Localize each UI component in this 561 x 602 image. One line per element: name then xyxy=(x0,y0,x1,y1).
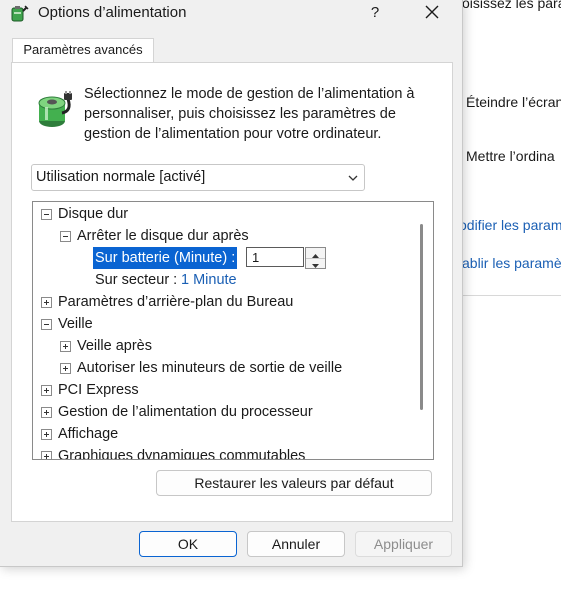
on-battery-label: Sur batterie (Minute) : xyxy=(93,247,238,269)
close-button[interactable] xyxy=(418,0,446,26)
tree-item-turn-off-hdd-after[interactable]: Arrêter le disque dur après xyxy=(33,225,413,247)
cancel-button[interactable]: Annuler xyxy=(247,531,345,557)
background-modify-settings-link[interactable]: odifier les param xyxy=(459,217,561,233)
expand-icon[interactable] xyxy=(41,385,52,396)
tree-item-label: Gestion de l’alimentation du processeur xyxy=(58,404,313,420)
tree-item-pci-express[interactable]: PCI Express xyxy=(33,379,413,401)
dialog-title: Options d’alimentation xyxy=(38,4,187,21)
close-icon xyxy=(425,5,439,19)
dialog-titlebar[interactable]: Options d’alimentation ? xyxy=(0,0,462,26)
expand-icon[interactable] xyxy=(41,429,52,440)
tree-item-hard-disk[interactable]: Disque dur xyxy=(33,203,413,225)
collapse-icon[interactable] xyxy=(41,319,52,330)
tree-item-sleep[interactable]: Veille xyxy=(33,313,413,335)
apply-button[interactable]: Appliquer xyxy=(355,531,452,557)
collapse-icon[interactable] xyxy=(41,209,52,220)
tree-item-label: Disque dur xyxy=(58,206,129,222)
advanced-settings-panel: Sélectionnez le mode de gestion de l’ali… xyxy=(11,62,453,522)
expand-icon[interactable] xyxy=(41,407,52,418)
tree-item-label: Autoriser les minuteurs de sortie de vei… xyxy=(77,360,343,376)
tree-item-label: Paramètres d’arrière-plan du Bureau xyxy=(58,294,294,310)
power-plan-selected: Utilisation normale [activé] xyxy=(36,169,206,185)
background-restore-settings-link[interactable]: ablir les paramè xyxy=(462,255,561,271)
tree-item-plugged-in[interactable]: Sur secteur : 1 Minute xyxy=(33,269,413,291)
tree-item-label: Graphiques dynamiques commutables xyxy=(58,448,306,460)
tab-advanced-settings[interactable]: Paramètres avancés xyxy=(12,38,154,63)
on-battery-minutes-input[interactable]: 1 xyxy=(246,247,304,267)
tree-item-display[interactable]: Affichage xyxy=(33,423,413,445)
background-sleep-label: Mettre l’ordina xyxy=(466,148,555,164)
tree-scrollbar[interactable] xyxy=(420,224,423,410)
tree-item-sleep-after[interactable]: Veille après xyxy=(33,335,413,357)
tree-item-allow-wake-timers[interactable]: Autoriser les minuteurs de sortie de vei… xyxy=(33,357,413,379)
tree-item-label: Arrêter le disque dur après xyxy=(77,228,249,244)
tree-item-label: Veille après xyxy=(77,338,152,354)
expand-icon[interactable] xyxy=(60,341,71,352)
plugged-in-value[interactable]: 1 Minute xyxy=(181,269,237,291)
spin-down-icon[interactable] xyxy=(306,258,325,268)
power-plan-dropdown[interactable]: Utilisation normale [activé] xyxy=(31,164,365,191)
tree-item-switchable-graphics[interactable]: Graphiques dynamiques commutables xyxy=(33,445,413,460)
settings-tree[interactable]: Disque dur Arrêter le disque dur après S… xyxy=(32,201,434,460)
plugged-in-label: Sur secteur : xyxy=(95,272,178,288)
expand-icon[interactable] xyxy=(41,451,52,459)
collapse-icon[interactable] xyxy=(60,231,71,242)
tree-item-processor[interactable]: Gestion de l’alimentation du processeur xyxy=(33,401,413,423)
description-text: Sélectionnez le mode de gestion de l’ali… xyxy=(84,86,415,142)
help-button[interactable]: ? xyxy=(364,2,386,24)
tree-item-on-battery[interactable]: Sur batterie (Minute) : xyxy=(33,247,413,269)
battery-plug-icon xyxy=(34,91,76,135)
restore-defaults-button[interactable]: Restaurer les valeurs par défaut xyxy=(156,470,432,496)
expand-icon[interactable] xyxy=(60,363,71,374)
chevron-down-icon xyxy=(347,171,359,183)
tree-item-label: PCI Express xyxy=(58,382,139,398)
tree-item-desktop-background[interactable]: Paramètres d’arrière-plan du Bureau xyxy=(33,291,413,313)
expand-icon[interactable] xyxy=(41,297,52,308)
tree-item-label: Veille xyxy=(58,316,93,332)
battery-plug-icon xyxy=(9,3,29,23)
minutes-spinner[interactable] xyxy=(305,247,326,269)
ok-button[interactable]: OK xyxy=(139,531,237,557)
background-turn-off-display-label: Éteindre l’écran xyxy=(466,94,561,110)
tree-item-label: Affichage xyxy=(58,426,119,442)
background-divider xyxy=(462,295,561,296)
power-options-dialog: Options d’alimentation ? Paramètres avan… xyxy=(0,0,463,567)
background-instruction-text: oisissez les param xyxy=(462,0,561,11)
